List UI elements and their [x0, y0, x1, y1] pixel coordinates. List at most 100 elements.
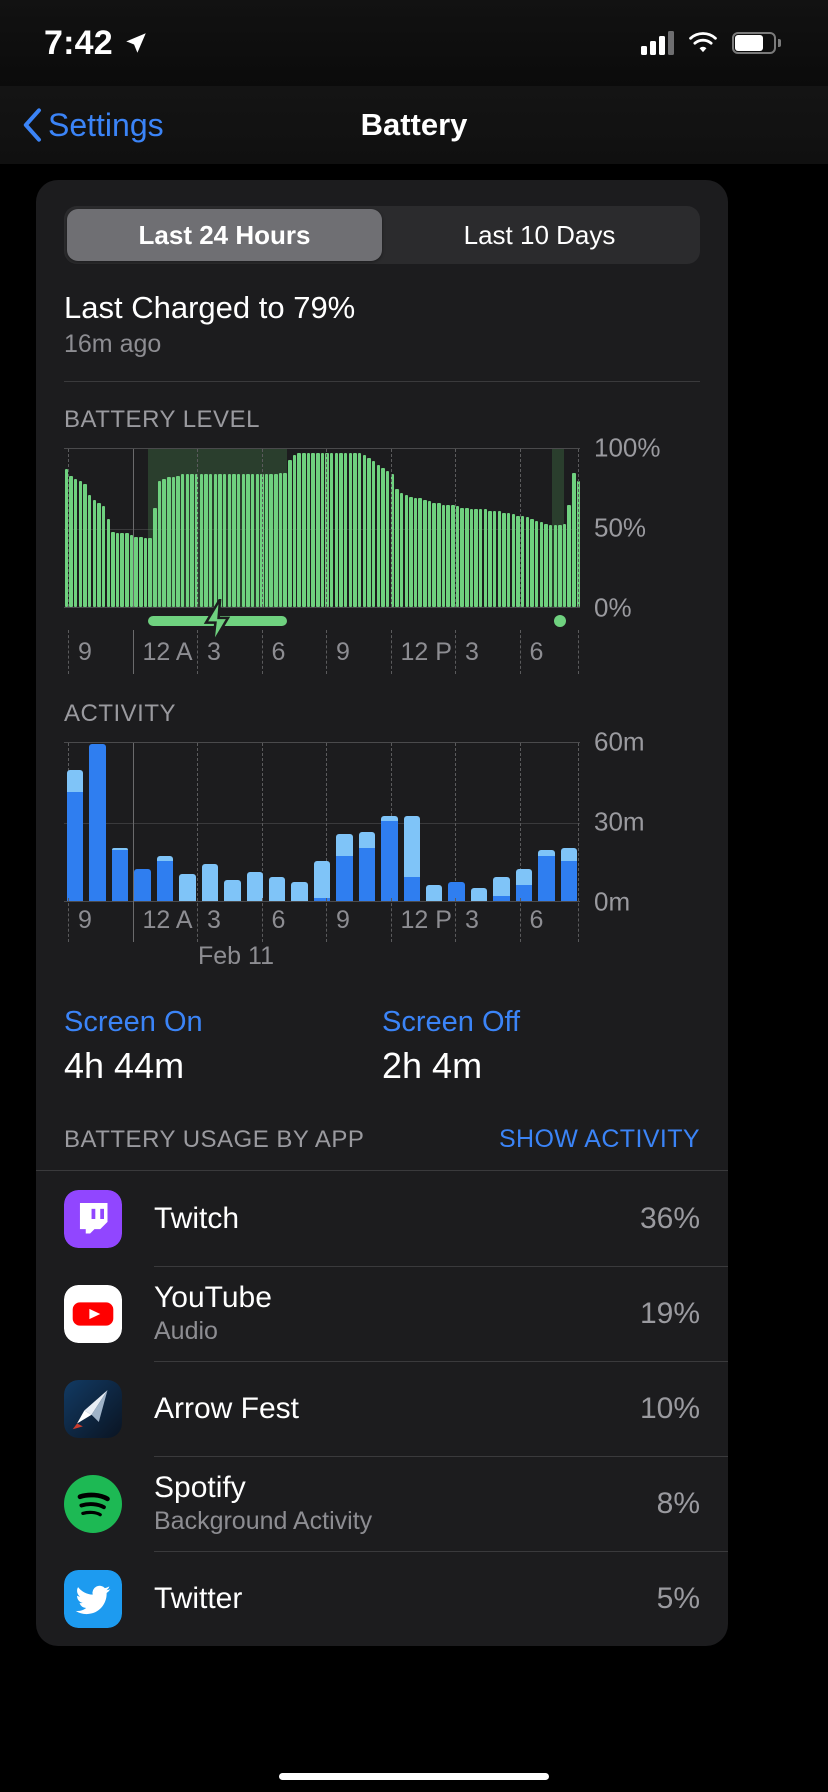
- battery-bar: [157, 480, 162, 607]
- time-range-segmented-control[interactable]: Last 24 Hours Last 10 Days: [64, 206, 700, 264]
- app-usage-row[interactable]: Twitch 36%: [36, 1171, 728, 1266]
- battery-bar: [437, 503, 441, 607]
- screen-off-segment: [493, 877, 510, 896]
- battery-bar: [539, 522, 543, 607]
- battery-bar: [218, 474, 222, 607]
- charging-indicator-row: [64, 599, 580, 643]
- navigation-bar: Settings Battery: [0, 86, 828, 164]
- chevron-left-icon: [23, 108, 41, 142]
- last-charged-subtitle: 16m ago: [64, 330, 162, 358]
- activity-bar: [111, 743, 129, 901]
- app-usage-row[interactable]: Twitter 5%: [36, 1551, 728, 1646]
- battery-bar: [469, 509, 474, 607]
- app-battery-percent: 36%: [639, 1201, 700, 1235]
- battery-bar: [92, 499, 96, 607]
- battery-bar: [330, 453, 334, 607]
- segment-last-10-days[interactable]: Last 10 Days: [382, 209, 697, 261]
- battery-bar: [381, 467, 385, 607]
- activity-chart[interactable]: 60m 30m 0m: [36, 727, 728, 917]
- screen-on-block[interactable]: Screen On 4h 44m: [64, 1006, 382, 1087]
- app-battery-percent: 19%: [639, 1296, 700, 1330]
- screen-off-segment: [268, 877, 286, 901]
- screen-off-label: Screen Off: [382, 1006, 521, 1038]
- app-name: YouTube: [154, 1281, 272, 1314]
- battery-settings-screen: 7:42 Settings Battery Last 24 Hours Last…: [0, 0, 828, 1792]
- battery-bar: [460, 507, 464, 607]
- show-activity-button[interactable]: SHOW ACTIVITY: [499, 1125, 700, 1154]
- chart-gridline: [68, 449, 69, 607]
- activity-bar: [67, 743, 84, 901]
- battery-y-label-100: 100%: [594, 432, 661, 463]
- battery-bar: [548, 525, 553, 607]
- activity-bar: [381, 743, 398, 901]
- battery-bar: [208, 474, 213, 607]
- app-battery-percent: 10%: [639, 1391, 700, 1425]
- screen-off-segment: [515, 869, 533, 885]
- app-usage-row[interactable]: YouTube Audio 19%: [36, 1266, 728, 1361]
- screen-on-value: 4h 44m: [64, 1045, 185, 1086]
- location-arrow-icon: [126, 33, 146, 53]
- x-axis-label: 9: [336, 638, 350, 666]
- activity-bar: [179, 743, 196, 901]
- x-axis-tick: [578, 898, 579, 942]
- app-text: Twitch: [154, 1202, 640, 1236]
- app-text: Spotify Background Activity: [154, 1471, 657, 1536]
- wifi-icon: [689, 32, 717, 53]
- battery-bar: [250, 474, 255, 607]
- battery-bar: [176, 475, 180, 607]
- battery-bar: [101, 506, 106, 607]
- battery-bar: [506, 512, 511, 607]
- activity-day-label: Feb 11: [198, 942, 274, 970]
- battery-bar: [167, 477, 171, 607]
- battery-bar: [418, 498, 422, 607]
- battery-bar: [441, 504, 446, 607]
- screen-off-block[interactable]: Screen Off 2h 4m: [382, 1006, 700, 1087]
- battery-bar: [348, 453, 353, 607]
- battery-bar: [106, 519, 110, 607]
- x-axis-tick: [132, 898, 134, 942]
- app-subtitle: Audio: [154, 1317, 218, 1345]
- battery-bar: [227, 474, 232, 607]
- activity-bar: [426, 743, 443, 901]
- activity-bar: [470, 743, 488, 901]
- battery-bar: [162, 479, 166, 607]
- app-usage-row[interactable]: Spotify Background Activity 8%: [36, 1456, 728, 1551]
- battery-bar: [530, 519, 534, 607]
- screen-on-segment: [134, 869, 151, 901]
- battery-level-chart[interactable]: 100% 50% 0%: [36, 433, 728, 623]
- battery-bar: [488, 511, 492, 607]
- battery-bar: [83, 483, 87, 607]
- chart-gridline: [455, 449, 456, 607]
- battery-bar: [311, 453, 315, 607]
- twitch-icon: [64, 1189, 122, 1248]
- battery-bar: [520, 515, 525, 607]
- screen-off-segment: [291, 882, 308, 901]
- battery-bar: [69, 475, 73, 607]
- battery-bar: [572, 472, 576, 607]
- back-button[interactable]: Settings: [22, 107, 164, 144]
- battery-bar: [297, 453, 301, 607]
- segment-last-24-hours[interactable]: Last 24 Hours: [67, 209, 382, 261]
- activity-bar: [134, 743, 151, 901]
- battery-level-section-label: BATTERY LEVEL: [64, 406, 260, 433]
- screen-on-segment: [67, 791, 84, 901]
- x-axis-tick: [390, 898, 392, 942]
- battery-bar: [334, 453, 339, 607]
- activity-bar: [246, 743, 263, 901]
- battery-bar: [339, 453, 343, 607]
- battery-bar: [376, 464, 381, 607]
- battery-bar: [474, 509, 478, 607]
- battery-bar: [413, 498, 418, 607]
- battery-bar: [288, 459, 292, 607]
- screen-on-segment: [381, 821, 398, 901]
- x-axis-tick: [326, 630, 327, 674]
- app-usage-row[interactable]: Arrow Fest 10%: [36, 1361, 728, 1456]
- x-axis-tick: [261, 898, 263, 942]
- battery-bar: [502, 512, 506, 607]
- youtube-icon: [64, 1284, 122, 1343]
- battery-bar: [553, 525, 557, 607]
- home-indicator[interactable]: [279, 1773, 549, 1780]
- battery-bar: [255, 474, 259, 607]
- chart-gridline: [326, 449, 327, 607]
- x-axis-tick: [578, 630, 579, 674]
